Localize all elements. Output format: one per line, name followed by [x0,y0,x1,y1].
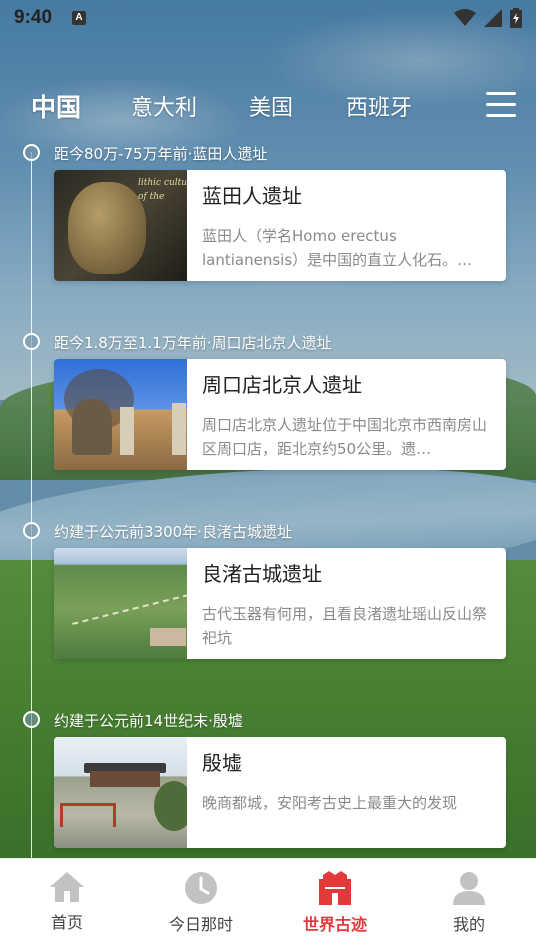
country-tabs: 中国 意大利 美国 西班牙 [0,84,536,128]
site-description: 晚商都城，安阳考古史上最重大的发现 [202,794,458,812]
timeline-dot [23,144,40,161]
nav-today[interactable]: 今日那时 [134,859,268,952]
site-title: 良渚古城遗址 [202,562,322,586]
status-bar: 9:40 A [0,0,536,36]
nav-home-label: 首页 [50,913,83,932]
nav-world-sites[interactable]: 世界古迹 [268,859,402,952]
timeline-item: 距今80万-75万年前·蓝田人遗址 lithic cultu of the 蓝田… [0,144,536,334]
notification-icon: A [72,11,87,25]
site-description: 古代玉器有何用，且看良渚遗址瑶山反山祭祀坑 [202,605,488,647]
person-icon [453,872,485,905]
timeline-item: 约建于公元前3300年·良渚古城遗址 良渚古城遗址 古代玉器有何用，且看良渚遗址… [0,522,536,712]
site-thumbnail: lithic cultu of the [54,170,187,281]
site-description: 周口店北京人遗址位于中国北京市西南房山区周口店，距北京约50公里。遗… [202,416,488,458]
status-time: 9:40 [14,7,53,28]
clock-icon [185,872,217,904]
site-title: 蓝田人遗址 [202,184,302,208]
timeline-date: 约建于公元前14世纪末·殷墟 [54,712,243,730]
nav-today-label: 今日那时 [168,915,233,934]
bottom-navigation: 首页 今日那时 世界古迹 我的 [0,858,536,952]
site-thumbnail [54,359,187,470]
thumbnail-caption: lithic cultu of the [138,178,187,202]
timeline-dot [23,333,40,350]
timeline-dot [23,522,40,539]
signal-icon [484,9,502,27]
site-card-zhoukoudian[interactable]: 周口店北京人遗址 周口店北京人遗址位于中国北京市西南房山区周口店，距北京约50公… [54,359,506,470]
home-icon [50,872,84,902]
nav-mine[interactable]: 我的 [402,859,536,952]
wifi-icon [454,9,476,26]
site-title: 周口店北京人遗址 [202,373,362,397]
timeline-date: 距今1.8万至1.1万年前·周口店北京人遗址 [54,334,332,352]
site-thumbnail [54,548,187,659]
site-title: 殷墟 [202,751,242,775]
timeline-date: 约建于公元前3300年·良渚古城遗址 [54,523,292,541]
battery-icon [510,8,522,28]
timeline-item: 距今1.8万至1.1万年前·周口店北京人遗址 周口店北京人遗址 周口店北京人遗址… [0,333,536,523]
timeline-date: 距今80万-75万年前·蓝田人遗址 [54,145,268,163]
status-icons [454,8,522,28]
site-thumbnail [54,737,187,848]
site-card-liangzhu[interactable]: 良渚古城遗址 古代玉器有何用，且看良渚遗址瑶山反山祭祀坑 [54,548,506,659]
tab-italy[interactable]: 意大利 [131,90,197,122]
site-card-lantian[interactable]: lithic cultu of the 蓝田人遗址 蓝田人（学名Homo ere… [54,170,506,281]
tab-spain[interactable]: 西班牙 [346,90,412,122]
timeline-dot [23,711,40,728]
site-card-yinxu[interactable]: 殷墟 晚商都城，安阳考古史上最重大的发现 [54,737,506,848]
site-description: 蓝田人（学名Homo erectus lantianensis）是中国的直立人化… [202,227,473,269]
castle-icon [319,871,351,905]
nav-mine-label: 我的 [452,915,485,934]
tab-china[interactable]: 中国 [31,88,81,124]
nav-world-sites-label: 世界古迹 [302,915,367,934]
nav-home[interactable]: 首页 [0,859,134,952]
tab-usa[interactable]: 美国 [249,90,293,122]
menu-icon[interactable] [486,92,516,118]
